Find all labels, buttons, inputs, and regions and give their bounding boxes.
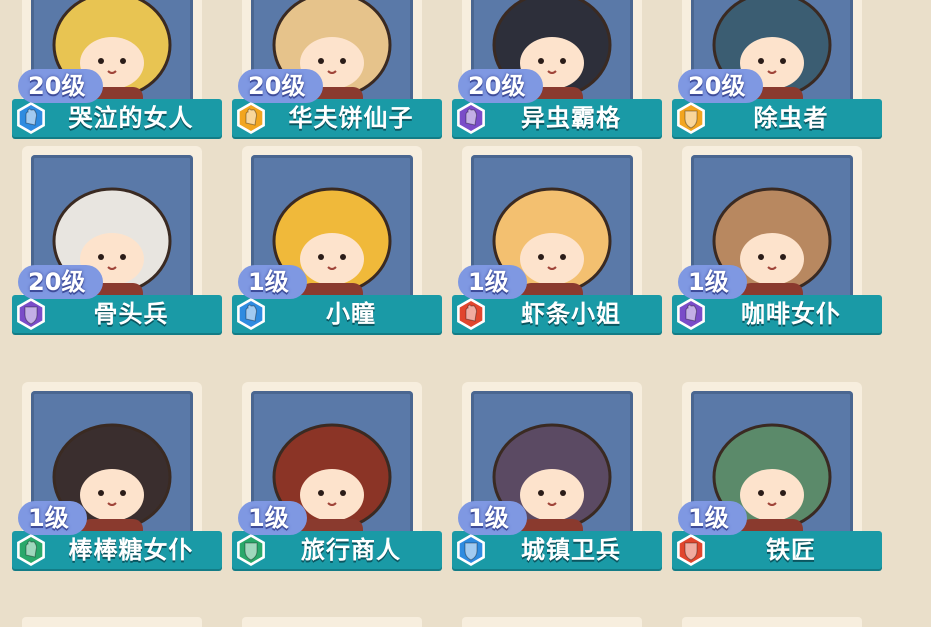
rarity-hand-icon	[237, 102, 265, 134]
rarity-shield-icon	[677, 534, 705, 566]
rarity-shield-icon	[237, 534, 265, 566]
character-name: 城镇卫兵	[521, 536, 621, 564]
name-plate: 骨头兵	[12, 295, 222, 333]
level-bubble: 1级	[238, 501, 307, 535]
name-plate: 小瞳	[232, 295, 442, 333]
level-bubble: 1级	[678, 265, 747, 299]
character-name: 棒棒糖女仆	[68, 536, 194, 564]
character-card-partial[interactable]	[462, 617, 642, 627]
level-bubble: 20级	[458, 69, 544, 103]
character-name: 虾条小姐	[521, 300, 621, 328]
rarity-shield-icon	[457, 534, 485, 566]
name-plate: 咖啡女仆	[672, 295, 882, 333]
rarity-hand-icon	[17, 534, 45, 566]
character-name: 华夫饼仙子	[288, 104, 414, 132]
character-name: 旅行商人	[301, 536, 401, 564]
level-bubble: 1级	[458, 501, 527, 535]
name-plate: 城镇卫兵	[452, 531, 662, 569]
character-card[interactable]: 棒棒糖女仆 1级	[12, 382, 222, 569]
character-name: 铁匠	[766, 536, 816, 564]
level-bubble: 20级	[18, 265, 104, 299]
level-bubble: 20级	[678, 69, 764, 103]
character-card-partial[interactable]	[22, 617, 202, 627]
name-plate: 铁匠	[672, 531, 882, 569]
name-plate: 除虫者	[672, 99, 882, 137]
rarity-hand-icon	[237, 298, 265, 330]
character-card[interactable]: 虾条小姐 1级	[452, 146, 662, 333]
character-card[interactable]: 城镇卫兵 1级	[452, 382, 662, 569]
character-name: 哭泣的女人	[68, 104, 194, 132]
name-plate: 棒棒糖女仆	[12, 531, 222, 569]
character-name: 异虫霸格	[521, 104, 621, 132]
character-card[interactable]: 铁匠 1级	[672, 382, 882, 569]
name-plate: 异虫霸格	[452, 99, 662, 137]
character-card[interactable]: 咖啡女仆 1级	[672, 146, 882, 333]
character-card[interactable]: 哭泣的女人 20级	[12, 0, 222, 137]
rarity-shield-icon	[677, 102, 705, 134]
character-card[interactable]: 华夫饼仙子 20级	[232, 0, 442, 137]
name-plate: 哭泣的女人	[12, 99, 222, 137]
level-bubble: 1级	[18, 501, 87, 535]
level-bubble: 20级	[238, 69, 324, 103]
level-bubble: 1级	[238, 265, 307, 299]
character-name: 除虫者	[753, 104, 829, 132]
character-name: 骨头兵	[93, 300, 169, 328]
character-name: 咖啡女仆	[741, 300, 841, 328]
rarity-shield-icon	[17, 298, 45, 330]
name-plate: 华夫饼仙子	[232, 99, 442, 137]
rarity-hand-icon	[457, 102, 485, 134]
character-card[interactable]: 小瞳 1级	[232, 146, 442, 333]
level-bubble: 1级	[458, 265, 527, 299]
character-card[interactable]: 旅行商人 1级	[232, 382, 442, 569]
character-card-partial[interactable]	[242, 617, 422, 627]
character-card-partial[interactable]	[682, 617, 862, 627]
character-grid: 哭泣的女人 20级 华夫饼仙子 20级 异虫霸格 20级 除虫者 20级 骨头兵 20级 小瞳 1级虾…	[0, 0, 931, 627]
character-card[interactable]: 异虫霸格 20级	[452, 0, 662, 137]
level-bubble: 1级	[678, 501, 747, 535]
character-card[interactable]: 除虫者 20级	[672, 0, 882, 137]
rarity-hand-icon	[457, 298, 485, 330]
name-plate: 旅行商人	[232, 531, 442, 569]
rarity-hand-icon	[17, 102, 45, 134]
panel-edge	[901, 0, 931, 627]
name-plate: 虾条小姐	[452, 295, 662, 333]
character-card[interactable]: 骨头兵 20级	[12, 146, 222, 333]
character-name: 小瞳	[326, 300, 376, 328]
rarity-hand-icon	[677, 298, 705, 330]
level-bubble: 20级	[18, 69, 104, 103]
